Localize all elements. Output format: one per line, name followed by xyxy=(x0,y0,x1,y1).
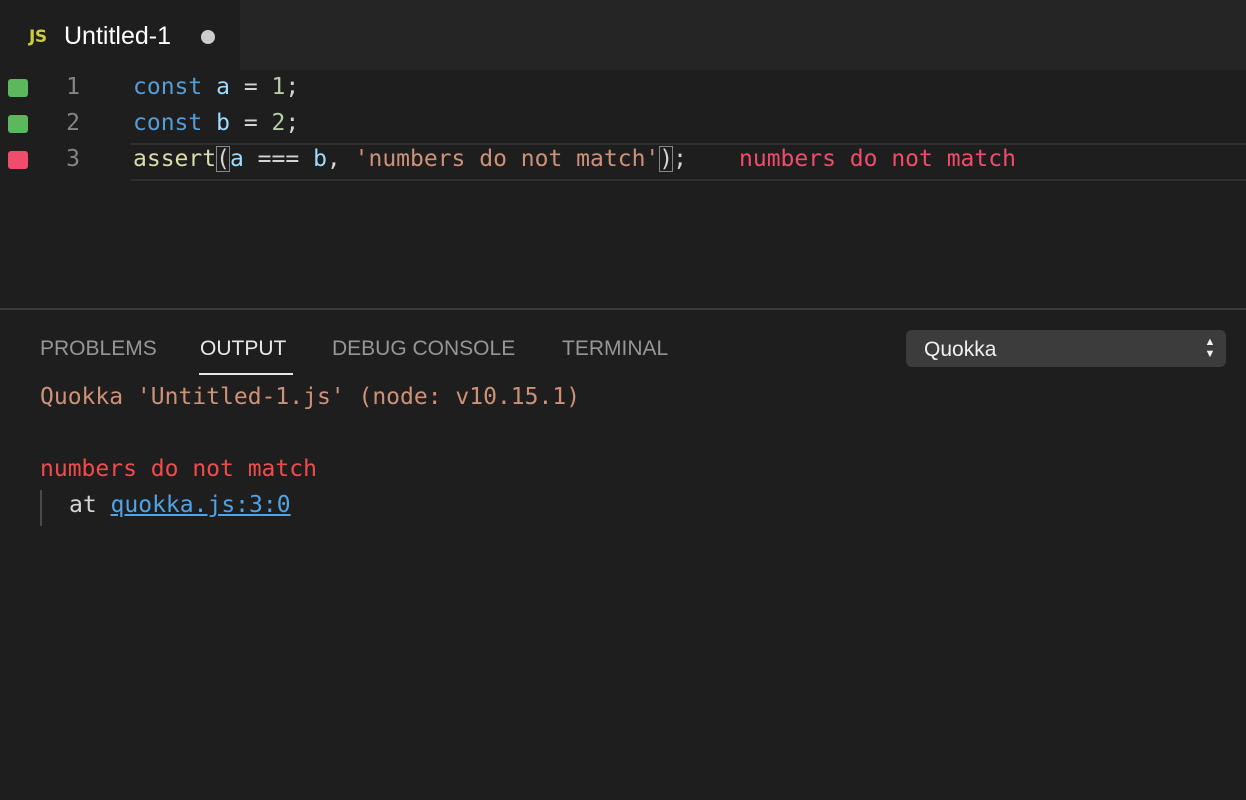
coverage-passed-icon xyxy=(8,115,28,133)
output-channel-select[interactable]: Quokka ▲ ▼ xyxy=(906,330,1226,367)
line-number: 1 xyxy=(66,74,80,100)
unsaved-dot-icon[interactable] xyxy=(201,30,215,44)
line-number: 2 xyxy=(66,110,80,136)
line-number: 3 xyxy=(66,146,80,172)
updown-arrows-icon: ▲ ▼ xyxy=(1204,336,1216,360)
code-line-current: 3 assert(a === b, 'numbers do not match'… xyxy=(0,142,1246,181)
stack-trace-line: at quokka.js:3:0 xyxy=(69,492,291,518)
tab-debug-console[interactable]: DEBUG CONSOLE xyxy=(332,337,515,361)
tab-untitled-1[interactable]: JS Untitled-1 xyxy=(0,0,240,70)
editor-tab-bar: JS Untitled-1 xyxy=(0,0,1246,70)
output-error-message: numbers do not match xyxy=(40,456,317,482)
tab-title: Untitled-1 xyxy=(64,22,171,50)
tab-output[interactable]: OUTPUT xyxy=(200,337,286,361)
code-text[interactable]: const a = 1; xyxy=(133,74,299,100)
inline-error-message: numbers do not match xyxy=(739,146,1016,172)
output-channel-value: Quokka xyxy=(924,338,997,361)
code-editor[interactable]: 1 const a = 1; 2 const b = 2; 3 assert(a… xyxy=(0,70,1246,308)
stack-trace-bar xyxy=(40,490,42,526)
code-line: 2 const b = 2; xyxy=(0,106,1246,142)
coverage-failed-icon xyxy=(8,151,28,169)
trace-prefix: at xyxy=(69,492,111,518)
bottom-panel: PROBLEMS OUTPUT DEBUG CONSOLE TERMINAL Q… xyxy=(0,308,1246,800)
tab-terminal[interactable]: TERMINAL xyxy=(562,337,668,361)
javascript-file-icon: JS xyxy=(29,27,47,47)
coverage-passed-icon xyxy=(8,79,28,97)
output-header-line: Quokka 'Untitled-1.js' (node: v10.15.1) xyxy=(40,384,581,410)
tab-problems[interactable]: PROBLEMS xyxy=(40,337,157,361)
active-tab-indicator xyxy=(199,373,293,375)
code-text[interactable]: assert(a === b, 'numbers do not match'); xyxy=(133,146,687,172)
trace-link[interactable]: quokka.js:3:0 xyxy=(111,492,291,518)
code-line: 1 const a = 1; xyxy=(0,70,1246,106)
code-text[interactable]: const b = 2; xyxy=(133,110,299,136)
